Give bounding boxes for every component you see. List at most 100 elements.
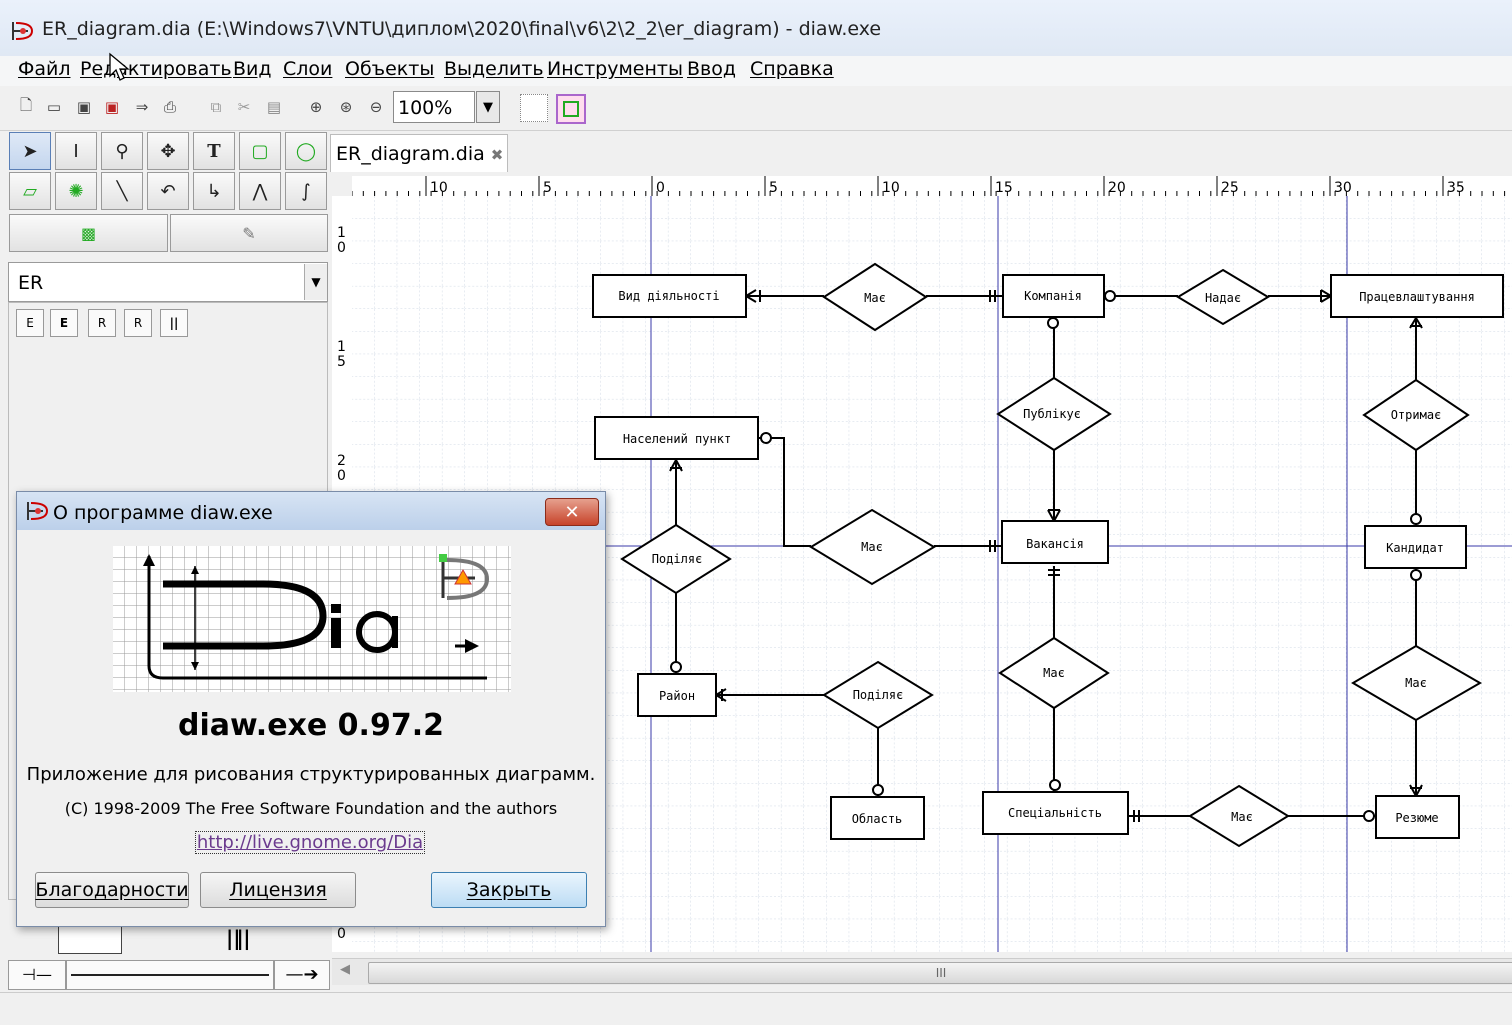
horizontal-scrollbar[interactable]: ◀ III	[332, 958, 1512, 985]
menu-edit[interactable]: Редактировать	[80, 58, 232, 80]
status-bar	[0, 992, 1512, 1025]
menu-view[interactable]: Вид	[233, 58, 272, 80]
ruler-label: 10	[430, 180, 448, 196]
ellipse-tool[interactable]: ◯	[285, 132, 327, 170]
ruler-label: 15	[995, 180, 1013, 196]
cut-icon[interactable]: ✂	[234, 96, 254, 118]
arc-tool[interactable]: ↶	[147, 172, 189, 210]
relationship-label[interactable]: Поділяє	[853, 688, 904, 702]
zoom-fit-icon[interactable]: ⊛	[336, 96, 356, 118]
relationship-label[interactable]: Публікує	[1023, 407, 1081, 421]
horizontal-ruler: 10 5 0 5 10 15 20 25 30 35	[352, 176, 1512, 197]
menu-bar: Файл Редактировать Вид Слои Объекты Выде…	[0, 56, 1512, 86]
zoom-in-icon[interactable]: ⊕	[306, 96, 326, 118]
relationship-label[interactable]: Отримає	[1391, 408, 1442, 422]
beziergon-tool[interactable]: ✺	[55, 172, 97, 210]
bezier-tool[interactable]: ∫	[285, 172, 327, 210]
relationship-label[interactable]: Надає	[1205, 291, 1241, 305]
entity-label[interactable]: Працевлаштування	[1359, 290, 1475, 304]
website-link[interactable]: http://live.gnome.org/Dia	[195, 831, 425, 854]
ruler-label: 10	[337, 225, 346, 256]
zoom-out-icon[interactable]: ⊖	[366, 96, 386, 118]
ruler-label: 35	[1447, 180, 1465, 196]
scroll-left-icon[interactable]: ◀	[340, 962, 350, 977]
relationship-label[interactable]: Має	[1043, 666, 1065, 680]
entity-label[interactable]: Вакансія	[1026, 537, 1084, 551]
app-version: diaw.exe 0.97.2	[178, 708, 444, 743]
sheet-dropdown-button[interactable]: ▼	[304, 264, 327, 300]
dialog-close-button[interactable]: ✕	[545, 498, 599, 526]
fg-bg-color-swatch[interactable]	[58, 926, 122, 954]
er-participation-symbol[interactable]: ||	[160, 309, 188, 337]
entity-label[interactable]: Область	[852, 812, 903, 826]
end-arrow-select[interactable]: —➔	[274, 960, 330, 990]
menu-tools[interactable]: Инструменты	[547, 58, 683, 80]
new-icon[interactable]: 🗋	[16, 96, 36, 118]
export-icon[interactable]: ⇒	[132, 96, 152, 118]
zigzag-tool[interactable]: ↳	[193, 172, 235, 210]
menu-objects[interactable]: Объекты	[345, 58, 434, 80]
er-entity-symbol[interactable]: E	[16, 309, 44, 337]
print-icon[interactable]: ⎙	[160, 96, 180, 118]
zoom-dropdown-button[interactable]: ▼	[476, 91, 500, 123]
dialog-title-bar: О программе diaw.exe ✕	[17, 492, 605, 530]
entity-label[interactable]: Вид діяльності	[618, 289, 719, 303]
copy-icon[interactable]: ⧉	[206, 96, 226, 118]
ruler-label: 0	[337, 926, 346, 942]
line-width-icon[interactable]: |‖|	[226, 926, 272, 952]
entity-label[interactable]: Кандидат	[1386, 541, 1444, 555]
relationship-label[interactable]: Має	[861, 540, 883, 554]
start-arrow-select[interactable]: ⊣—	[8, 960, 66, 990]
magnify-tool[interactable]: ⚲	[101, 132, 143, 170]
license-button[interactable]: Лицензия	[200, 872, 356, 908]
tab-er-diagram[interactable]: ER_diagram.dia ✖	[330, 134, 508, 172]
entity-label[interactable]: Населений пункт	[623, 432, 731, 446]
relationship-label[interactable]: Поділяє	[652, 552, 703, 566]
pointer-tool[interactable]: ➤	[9, 132, 51, 170]
ruler-label: 15	[337, 339, 346, 370]
credits-button[interactable]: Благодарности	[35, 872, 189, 908]
dia-app-icon	[27, 502, 49, 520]
save-as-icon[interactable]: ▣	[102, 96, 122, 118]
title-bar: ER_diagram.dia (E:\Windows7\VNTU\диплом\…	[0, 0, 1512, 58]
line-tool[interactable]: ╲	[101, 172, 143, 210]
menu-select[interactable]: Выделить	[444, 58, 544, 80]
paste-icon[interactable]: ▤	[264, 96, 284, 118]
scrollbar-thumb[interactable]: III	[368, 962, 1512, 984]
close-button[interactable]: Закрыть	[431, 872, 587, 908]
scroll-tool[interactable]: ✥	[147, 132, 189, 170]
app-description: Приложение для рисования структурированн…	[26, 764, 596, 785]
relationship-label[interactable]: Має	[1405, 676, 1427, 690]
entity-label[interactable]: Район	[659, 689, 695, 703]
open-icon[interactable]: ▭	[44, 96, 64, 118]
er-attribute-symbol[interactable]: R	[124, 309, 152, 337]
zoom-input[interactable]: 100%	[393, 91, 475, 123]
relationship-label[interactable]: Має	[864, 291, 886, 305]
entity-label[interactable]: Резюме	[1395, 811, 1438, 825]
image-tool[interactable]: ▩	[9, 214, 168, 252]
polyline-tool[interactable]: ⋀	[239, 172, 281, 210]
menu-help[interactable]: Справка	[750, 58, 834, 80]
save-icon[interactable]: ▣	[74, 96, 94, 118]
tab-close-icon[interactable]: ✖	[491, 146, 504, 164]
copyright-text: (C) 1998-2009 The Free Software Foundati…	[64, 799, 558, 818]
er-weak-entity-symbol[interactable]: E	[50, 309, 78, 337]
sheet-select[interactable]: ER	[8, 262, 328, 302]
entity-label[interactable]: Компанія	[1024, 289, 1082, 303]
line-style-select[interactable]	[66, 960, 274, 990]
ruler-label: 10	[882, 180, 900, 196]
menu-layers[interactable]: Слои	[283, 58, 332, 80]
text-tool[interactable]: T	[193, 132, 235, 170]
outline-tool[interactable]: ✎	[170, 214, 328, 252]
snap-toggle-icon[interactable]	[556, 94, 586, 124]
polygon-tool[interactable]: ▱	[9, 172, 51, 210]
menu-file[interactable]: Файл	[18, 58, 71, 80]
er-relationship-symbol[interactable]: R	[88, 309, 116, 337]
grid-toggle-icon[interactable]	[520, 94, 548, 122]
box-tool[interactable]: ▢	[239, 132, 281, 170]
text-edit-tool[interactable]: I	[55, 132, 97, 170]
relationship-label[interactable]: Має	[1231, 810, 1253, 824]
entity-label[interactable]: Спеціальність	[1008, 806, 1102, 820]
window-title: ER_diagram.dia (E:\Windows7\VNTU\диплом\…	[42, 18, 882, 40]
menu-input[interactable]: Ввод	[687, 58, 736, 80]
